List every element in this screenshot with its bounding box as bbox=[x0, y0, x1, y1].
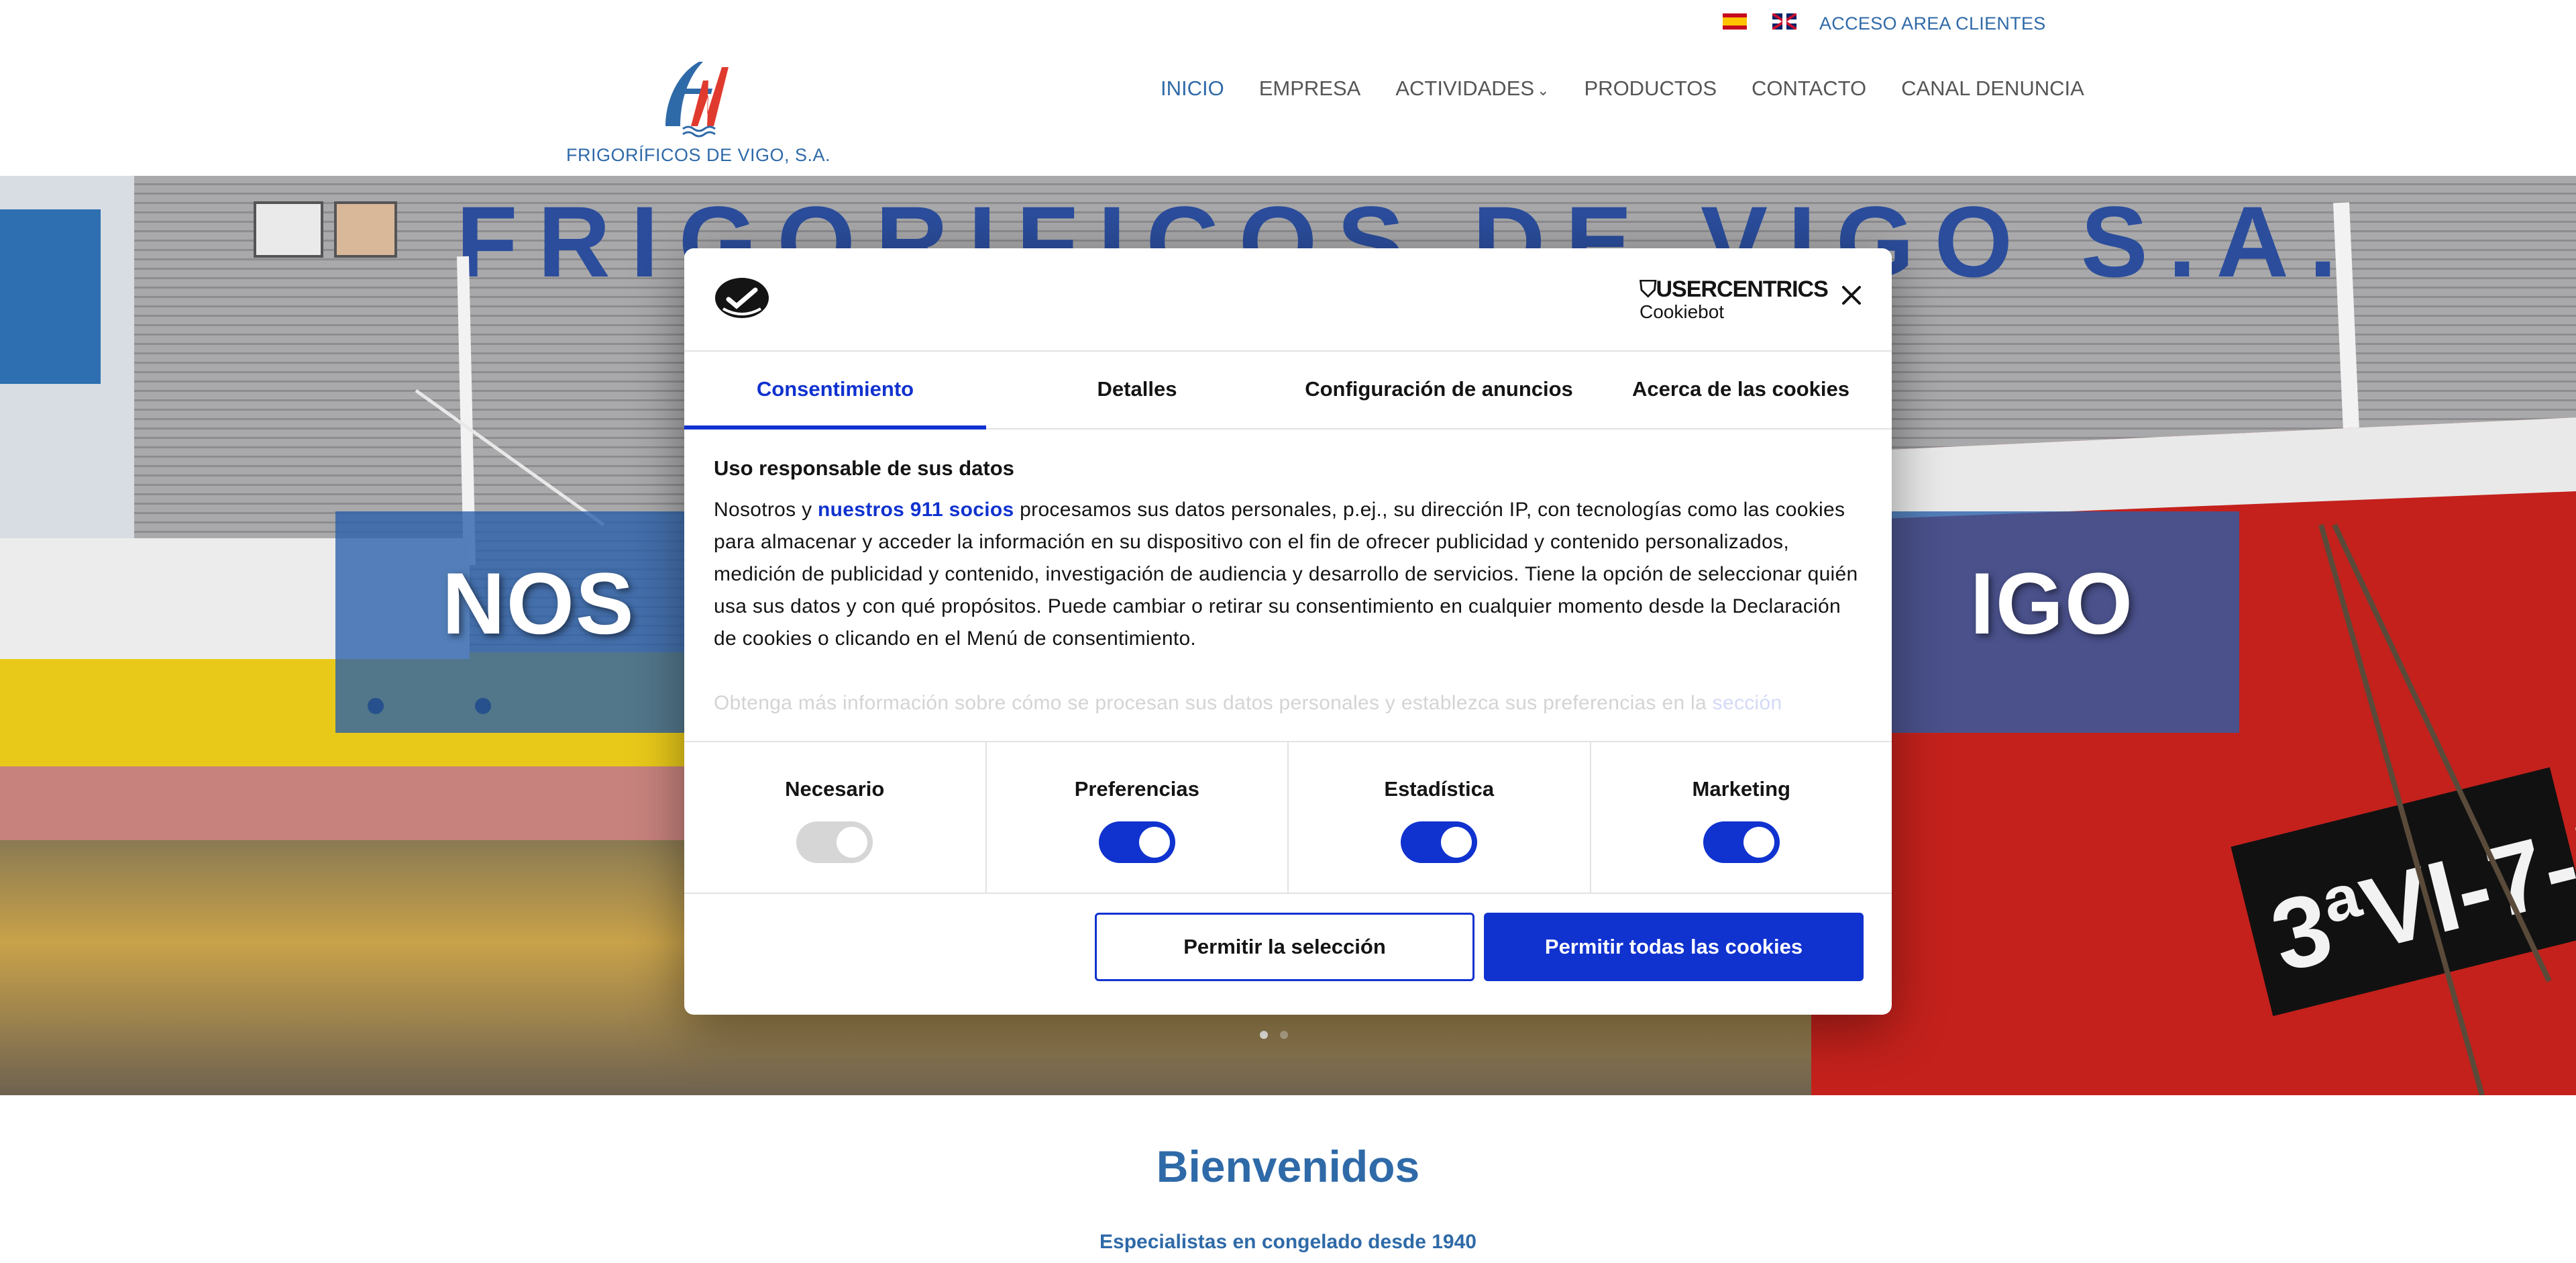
top-bar: ACCESO AREA CLIENTES bbox=[0, 0, 2576, 42]
nav-item-canal-denuncia[interactable]: CANAL DENUNCIA bbox=[1901, 77, 2084, 101]
client-access-link[interactable]: ACCESO AREA CLIENTES bbox=[1819, 13, 2046, 34]
logo-text: FRIGORÍFICOS DE VIGO, S.A. bbox=[566, 145, 831, 165]
hero-banner-text-right: IGO bbox=[1970, 554, 2135, 652]
tab-consentimiento[interactable]: Consentimiento bbox=[684, 350, 986, 430]
cookie-consent-dialog: ⛉USERCENTRICS Cookiebot Consentimiento D… bbox=[684, 248, 1892, 1015]
toggle-estadistica[interactable] bbox=[1401, 821, 1478, 863]
slider-dot[interactable] bbox=[1280, 1031, 1288, 1039]
toggle-label-preferencias: Preferencias bbox=[1074, 777, 1199, 801]
brand-subtitle: Cookiebot bbox=[1640, 301, 1725, 322]
chevron-down-icon: ⌄ bbox=[1537, 82, 1550, 99]
section-link[interactable]: sección bbox=[1713, 692, 1782, 714]
tab-acerca-cookies[interactable]: Acerca de las cookies bbox=[1590, 350, 1892, 428]
partners-link[interactable]: nuestros 911 socios bbox=[818, 499, 1014, 521]
dialog-body-text: Nosotros y nuestros 911 socios procesamo… bbox=[714, 494, 1862, 655]
body-more-text: Obtenga más información sobre cómo se pr… bbox=[714, 692, 1713, 714]
toggle-label-marketing: Marketing bbox=[1692, 777, 1790, 801]
nav-item-contacto[interactable]: CONTACTO bbox=[1752, 77, 1866, 101]
toggle-label-necesario: Necesario bbox=[785, 777, 885, 801]
close-icon[interactable] bbox=[1838, 282, 1865, 309]
brand-title: USERCENTRICS bbox=[1656, 276, 1829, 302]
toggle-cell-preferencias: Preferencias bbox=[987, 742, 1289, 893]
dialog-body-title: Uso responsable de sus datos bbox=[714, 456, 1014, 480]
slider-dots bbox=[1260, 1031, 1288, 1039]
dialog-body-more: Obtenga más información sobre cómo se pr… bbox=[714, 687, 1862, 719]
cookiebot-logo-icon bbox=[715, 278, 769, 318]
nav-item-empresa[interactable]: EMPRESA bbox=[1259, 77, 1361, 101]
hero-banner-text-left: NOS bbox=[441, 554, 635, 652]
main-nav: INICIO EMPRESA ACTIVIDADES ⌄ PRODUCTOS CO… bbox=[1161, 77, 2119, 101]
nav-item-inicio[interactable]: INICIO bbox=[1161, 77, 1224, 101]
toggle-cell-estadistica: Estadística bbox=[1289, 742, 1591, 893]
welcome-subtitle: Especialistas en congelado desde 1940 bbox=[1099, 1231, 1477, 1253]
tab-detalles[interactable]: Detalles bbox=[986, 350, 1288, 428]
toggle-cell-necesario: Necesario bbox=[684, 742, 987, 893]
tab-configuracion-anuncios[interactable]: Configuración de anuncios bbox=[1288, 350, 1590, 428]
toggle-label-estadistica: Estadística bbox=[1384, 777, 1495, 801]
nav-item-productos[interactable]: PRODUCTOS bbox=[1585, 77, 1717, 101]
toggle-preferencias[interactable] bbox=[1098, 821, 1175, 863]
body-text-intro: Nosotros y bbox=[714, 499, 818, 521]
consent-toggles: Necesario Preferencias Estadística Marke… bbox=[684, 741, 1892, 894]
nav-item-actividades[interactable]: ACTIVIDADES ⌄ bbox=[1395, 77, 1549, 101]
usercentrics-brand: ⛉USERCENTRICS Cookiebot bbox=[1640, 276, 1829, 323]
toggle-cell-marketing: Marketing bbox=[1591, 742, 1892, 893]
dialog-body[interactable]: Uso responsable de sus datos Nosotros y … bbox=[714, 430, 1862, 736]
slider-dot-active[interactable] bbox=[1260, 1031, 1268, 1039]
allow-selection-button[interactable]: Permitir la selección bbox=[1095, 913, 1474, 981]
nav-item-actividades-label: ACTIVIDADES bbox=[1395, 77, 1535, 100]
flag-es-icon[interactable] bbox=[1723, 13, 1747, 30]
body-text-main: procesamos sus datos personales, p.ej., … bbox=[714, 499, 1858, 650]
toggle-marketing[interactable] bbox=[1703, 821, 1780, 863]
dialog-header: ⛉USERCENTRICS Cookiebot bbox=[684, 248, 1892, 352]
dialog-tabs: Consentimiento Detalles Configuración de… bbox=[684, 350, 1892, 430]
allow-all-cookies-button[interactable]: Permitir todas las cookies bbox=[1484, 913, 1864, 981]
toggle-necesario bbox=[796, 821, 873, 863]
flag-gb-icon[interactable] bbox=[1772, 13, 1796, 30]
shield-icon: ⛉ bbox=[1640, 276, 1656, 302]
welcome-title: Bienvenidos bbox=[1156, 1142, 1420, 1191]
